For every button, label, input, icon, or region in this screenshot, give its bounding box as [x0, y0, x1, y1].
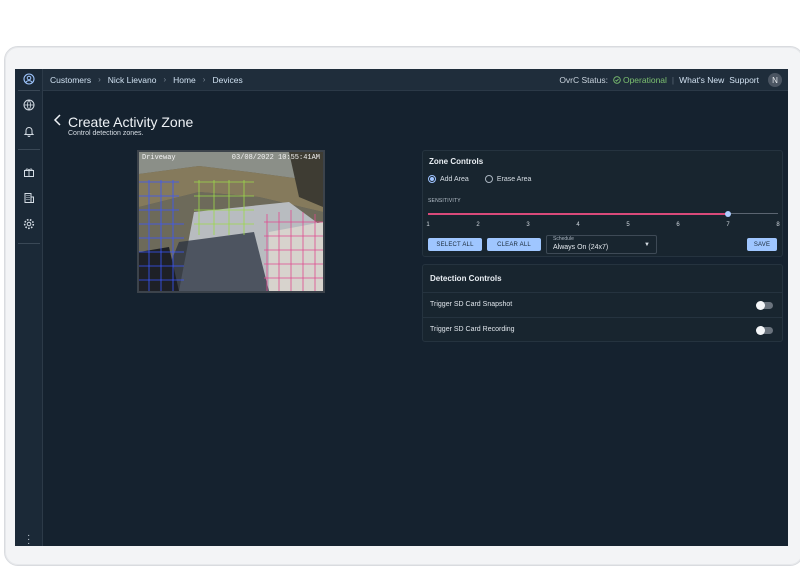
status-indicator: Operational: [613, 75, 667, 85]
kebab-menu-icon[interactable]: · · ·: [27, 531, 30, 547]
bell-icon[interactable]: [22, 124, 36, 138]
gift-icon[interactable]: [22, 165, 36, 179]
toggle-knob: [756, 300, 765, 310]
whats-new-link[interactable]: What's New: [679, 75, 724, 85]
erase-area-radio[interactable]: [484, 175, 493, 183]
check-circle-icon: [613, 76, 621, 84]
sensitivity-tick-1: 1: [426, 222, 430, 228]
detection-row-recording: Trigger SD Card Recording: [423, 317, 782, 342]
camera-frame-image: [139, 152, 323, 291]
recording-label: Trigger SD Card Recording: [430, 326, 515, 333]
snapshot-label: Trigger SD Card Snapshot: [430, 301, 513, 308]
schedule-value: Always On (24x7): [553, 244, 609, 251]
sidebar: · · ·: [15, 69, 43, 546]
page-header: Create Activity Zone: [53, 113, 193, 131]
sidebar-divider: [18, 90, 40, 91]
slider-fill: [428, 212, 728, 215]
zone-controls-title: Zone Controls: [429, 157, 484, 166]
select-all-button[interactable]: SELECT ALL: [428, 238, 482, 251]
sidebar-divider: [18, 243, 40, 244]
add-area-radio[interactable]: [428, 175, 436, 183]
snapshot-toggle[interactable]: [756, 300, 773, 310]
breadcrumb-customers[interactable]: Customers: [50, 75, 91, 85]
top-bar: Customers › Nick Lievano › Home › Device…: [43, 69, 788, 91]
detection-row-snapshot: Trigger SD Card Snapshot: [423, 292, 782, 317]
toggle-knob: [756, 325, 765, 335]
sensitivity-tick-3: 3: [526, 222, 530, 228]
chevron-right-icon: ›: [163, 75, 167, 84]
recording-toggle[interactable]: [756, 325, 773, 335]
mode-radio-group: Add Area Erase Area: [428, 175, 531, 183]
building-icon[interactable]: [22, 191, 36, 205]
sensitivity-tick-5: 5: [626, 222, 630, 228]
schedule-label: Schedule: [553, 236, 574, 242]
app-screen: · · · Customers › Nick Lievano › Home › De…: [15, 69, 788, 546]
camera-preview[interactable]: Driveway 03/08/2022 10:55:41AM: [137, 150, 325, 293]
sensitivity-tick-2: 2: [476, 222, 480, 228]
sidebar-divider: [18, 149, 40, 150]
camera-timestamp-overlay: 03/08/2022 10:55:41AM: [231, 154, 320, 162]
sensitivity-tick-4: 4: [576, 222, 580, 228]
erase-area-label[interactable]: Erase Area: [497, 176, 532, 183]
clear-all-button[interactable]: CLEAR ALL: [487, 238, 541, 251]
chevron-right-icon: ›: [202, 75, 206, 84]
user-circle-icon[interactable]: [22, 72, 36, 86]
chevron-right-icon: ›: [98, 75, 101, 84]
slider-handle[interactable]: [725, 210, 731, 217]
globe-icon[interactable]: [22, 98, 36, 112]
sensitivity-tick-6: 6: [676, 222, 680, 228]
breadcrumb-customer[interactable]: Nick Lievano: [108, 75, 157, 85]
detection-controls-panel: Detection Controls Trigger SD Card Snaps…: [422, 264, 783, 342]
zone-controls-panel: Zone Controls Add Area Erase Area SENSIT…: [422, 150, 783, 257]
breadcrumb: Customers › Nick Lievano › Home › Device…: [50, 75, 243, 85]
divider: |: [671, 75, 675, 85]
breadcrumb-devices[interactable]: Devices: [212, 75, 242, 85]
sensitivity-slider[interactable]: [428, 210, 778, 217]
settings-icon[interactable]: [22, 217, 36, 231]
sensitivity-label: SENSITIVITY: [428, 198, 461, 204]
support-link[interactable]: Support: [729, 75, 759, 85]
page-title: Create Activity Zone: [68, 114, 194, 130]
detection-controls-title: Detection Controls: [430, 274, 502, 283]
status-value: Operational: [622, 75, 667, 85]
sensitivity-tick-8: 8: [776, 222, 780, 228]
add-area-label[interactable]: Add Area: [440, 176, 469, 183]
caret-down-icon: ▼: [644, 242, 650, 248]
sensitivity-tick-7: 7: [726, 222, 730, 228]
status-label: OvrC Status:: [559, 75, 608, 85]
back-chevron-icon[interactable]: [53, 113, 62, 131]
schedule-select[interactable]: Schedule Always On (24x7) ▼: [546, 235, 657, 254]
top-bar-right: OvrC Status: Operational | What's New Su…: [559, 69, 782, 91]
page-subtitle: Control detection zones.: [68, 130, 144, 137]
save-button[interactable]: SAVE: [747, 238, 777, 251]
avatar[interactable]: N: [768, 73, 782, 87]
camera-name-overlay: Driveway: [142, 154, 176, 162]
breadcrumb-home[interactable]: Home: [173, 75, 196, 85]
